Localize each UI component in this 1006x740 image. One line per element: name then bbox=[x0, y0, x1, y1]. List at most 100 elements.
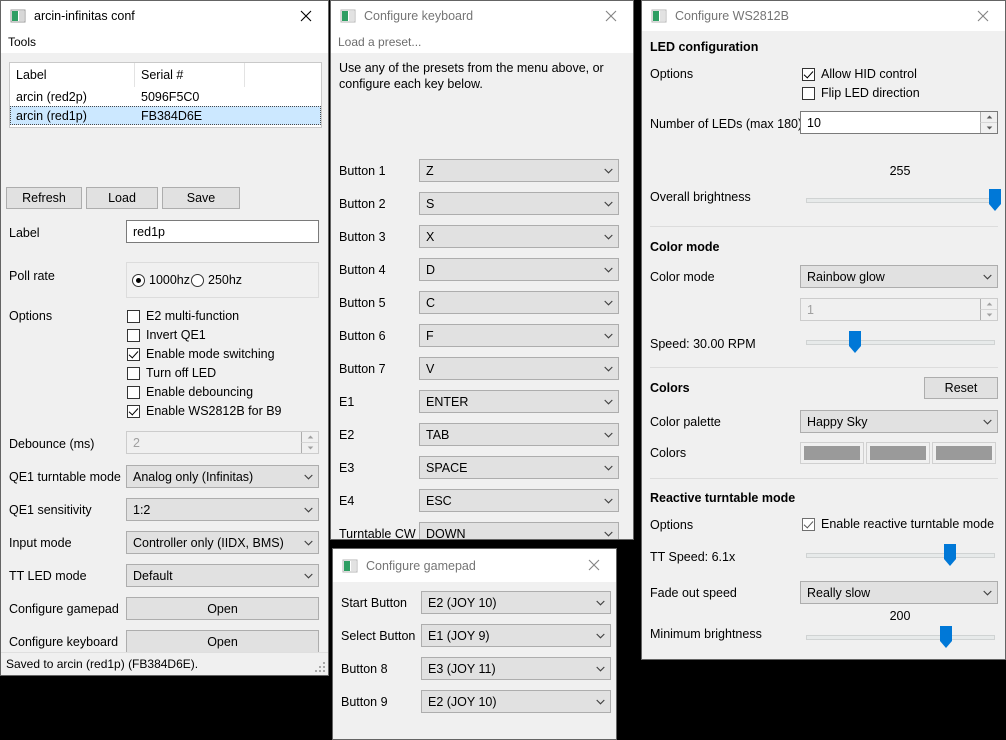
color-mode-select[interactable]: Rainbow glow bbox=[800, 265, 998, 288]
table-row[interactable]: arcin (red2p) 5096F5C0 bbox=[10, 87, 321, 106]
close-icon[interactable] bbox=[571, 549, 616, 581]
e4-select[interactable]: ESC bbox=[419, 489, 619, 512]
number-of-leds-spin-buttons[interactable] bbox=[980, 112, 997, 133]
checkbox-e2-multi-function[interactable]: E2 multi-function bbox=[127, 309, 239, 323]
slider-thumb[interactable] bbox=[944, 544, 956, 567]
button-9-select[interactable]: E2 (JOY 10) bbox=[421, 690, 611, 713]
debounce-spin-buttons[interactable] bbox=[301, 432, 318, 453]
checkbox-box-icon bbox=[127, 328, 140, 342]
button-1-select[interactable]: Z bbox=[419, 159, 619, 182]
checkbox-flip-led-direction[interactable]: Flip LED direction bbox=[802, 86, 920, 100]
tt-speed-slider[interactable] bbox=[806, 544, 995, 568]
color-palette-select[interactable]: Happy Sky bbox=[800, 410, 998, 433]
gamepad-window-titlebar[interactable]: Configure gamepad bbox=[333, 549, 616, 582]
keyboard-window-titlebar[interactable]: Configure keyboard bbox=[331, 1, 633, 31]
radio-poll-250hz[interactable]: 250hz bbox=[191, 273, 242, 287]
slider-thumb[interactable] bbox=[849, 331, 861, 354]
button-2-select[interactable]: S bbox=[419, 192, 619, 215]
device-list[interactable]: Label Serial # arcin (red2p) 5096F5C0 ar… bbox=[9, 62, 322, 128]
resize-grip-icon[interactable] bbox=[313, 660, 325, 672]
checkbox-enable-debouncing[interactable]: Enable debouncing bbox=[127, 385, 253, 399]
load-button[interactable]: Load bbox=[86, 187, 158, 209]
button-3-select[interactable]: X bbox=[419, 225, 619, 248]
qe1-turntable-mode-select[interactable]: Analog only (Infinitas) bbox=[126, 465, 319, 488]
slider-thumb[interactable] bbox=[989, 189, 1001, 212]
debounce-stepper[interactable]: 2 bbox=[126, 431, 319, 454]
e1-select[interactable]: ENTER bbox=[419, 390, 619, 413]
qe1-sensitivity-select[interactable]: 1:2 bbox=[126, 498, 319, 521]
status-text: Saved to arcin (red1p) (FB384D6E). bbox=[6, 657, 199, 671]
overall-brightness-value: 255 bbox=[889, 164, 911, 178]
menu-item-tools[interactable]: Tools bbox=[8, 33, 42, 51]
section-led-configuration: LED configuration bbox=[650, 40, 759, 54]
button-5-value: C bbox=[426, 295, 436, 310]
number-of-leds-value[interactable]: 10 bbox=[801, 112, 980, 133]
open-keyboard-button[interactable]: Open bbox=[126, 630, 319, 652]
radio-poll-1000hz[interactable]: 1000hz bbox=[132, 273, 190, 287]
checkbox-enable-mode-switching[interactable]: Enable mode switching bbox=[127, 347, 275, 361]
number-of-leds-stepper[interactable]: 10 bbox=[800, 111, 998, 134]
checkbox-turn-off-led[interactable]: Turn off LED bbox=[127, 366, 216, 380]
debounce-value[interactable]: 2 bbox=[127, 432, 301, 453]
color-swatch-1[interactable] bbox=[800, 442, 864, 464]
refresh-button[interactable]: Refresh bbox=[6, 187, 82, 209]
device-label: arcin (red1p) bbox=[16, 108, 87, 123]
color-mode-spin-buttons[interactable] bbox=[980, 299, 997, 320]
spinner-down-icon[interactable] bbox=[301, 442, 318, 453]
button-8-select[interactable]: E3 (JOY 11) bbox=[421, 657, 611, 680]
button-4-select[interactable]: D bbox=[419, 258, 619, 281]
e3-select[interactable]: SPACE bbox=[419, 456, 619, 479]
close-icon[interactable] bbox=[283, 1, 328, 30]
turntable-cw-select[interactable]: DOWN bbox=[419, 522, 619, 539]
tt-led-mode-select[interactable]: Default bbox=[126, 564, 319, 587]
spinner-up-icon[interactable] bbox=[980, 112, 997, 123]
spinner-down-icon[interactable] bbox=[980, 122, 997, 133]
color-mode-stepper[interactable]: 1 bbox=[800, 298, 998, 321]
overall-brightness-slider[interactable] bbox=[806, 189, 1001, 213]
button-5-select[interactable]: C bbox=[419, 291, 619, 314]
minimum-brightness-slider[interactable] bbox=[806, 626, 995, 650]
device-serial: FB384D6E bbox=[141, 108, 203, 123]
reset-button[interactable]: Reset bbox=[924, 377, 998, 399]
color-swatch-3[interactable] bbox=[932, 442, 996, 464]
checkbox-allow-hid-control[interactable]: Allow HID control bbox=[802, 67, 917, 81]
column-header-label[interactable]: Label bbox=[10, 63, 135, 87]
color-mode-spin-value[interactable]: 1 bbox=[801, 299, 980, 320]
main-window-menubar[interactable]: Tools bbox=[1, 31, 328, 53]
fade-out-speed-select[interactable]: Really slow bbox=[800, 581, 998, 604]
menu-item-load-preset[interactable]: Load a preset... bbox=[338, 33, 427, 51]
table-row[interactable]: arcin (red1p) FB384D6E bbox=[10, 106, 321, 125]
e2-select[interactable]: TAB bbox=[419, 423, 619, 446]
checkbox-enable-reactive-turntable-mode[interactable]: Enable reactive turntable mode bbox=[802, 517, 994, 531]
speed-slider[interactable] bbox=[806, 331, 995, 355]
chevron-down-icon bbox=[977, 590, 997, 596]
spinner-down-icon[interactable] bbox=[980, 309, 997, 320]
start-button-select[interactable]: E2 (JOY 10) bbox=[421, 591, 611, 614]
color-swatch-2[interactable] bbox=[866, 442, 930, 464]
label-input[interactable]: red1p bbox=[126, 220, 319, 243]
spinner-up-icon[interactable] bbox=[980, 299, 997, 310]
keyboard-window-menubar[interactable]: Load a preset... bbox=[331, 31, 633, 53]
slider-thumb[interactable] bbox=[940, 626, 952, 649]
tt-speed-label: TT Speed: 6.1x bbox=[650, 550, 736, 564]
e4-value: ESC bbox=[426, 493, 452, 508]
chevron-down-icon bbox=[598, 300, 618, 306]
divider bbox=[650, 478, 998, 479]
spinner-up-icon[interactable] bbox=[301, 432, 318, 443]
checkbox-invert-qe1[interactable]: Invert QE1 bbox=[127, 328, 206, 342]
column-header-blank[interactable] bbox=[245, 63, 321, 87]
save-button[interactable]: Save bbox=[162, 187, 240, 209]
open-gamepad-button[interactable]: Open bbox=[126, 597, 319, 620]
section-colors: Colors bbox=[650, 381, 690, 395]
checkbox-enable-ws2812b-for-b9[interactable]: Enable WS2812B for B9 bbox=[127, 404, 282, 418]
select-button-select[interactable]: E1 (JOY 9) bbox=[421, 624, 611, 647]
main-window-titlebar[interactable]: arcin-infinitas conf bbox=[1, 1, 328, 31]
button-7-select[interactable]: V bbox=[419, 357, 619, 380]
button-8-value: E3 (JOY 11) bbox=[428, 661, 496, 676]
close-icon[interactable] bbox=[588, 1, 633, 30]
close-icon[interactable] bbox=[960, 1, 1005, 30]
column-header-serial[interactable]: Serial # bbox=[135, 63, 245, 87]
ws2812b-window-titlebar[interactable]: Configure WS2812B bbox=[642, 1, 1005, 31]
button-6-select[interactable]: F bbox=[419, 324, 619, 347]
input-mode-select[interactable]: Controller only (IIDX, BMS) bbox=[126, 531, 319, 554]
